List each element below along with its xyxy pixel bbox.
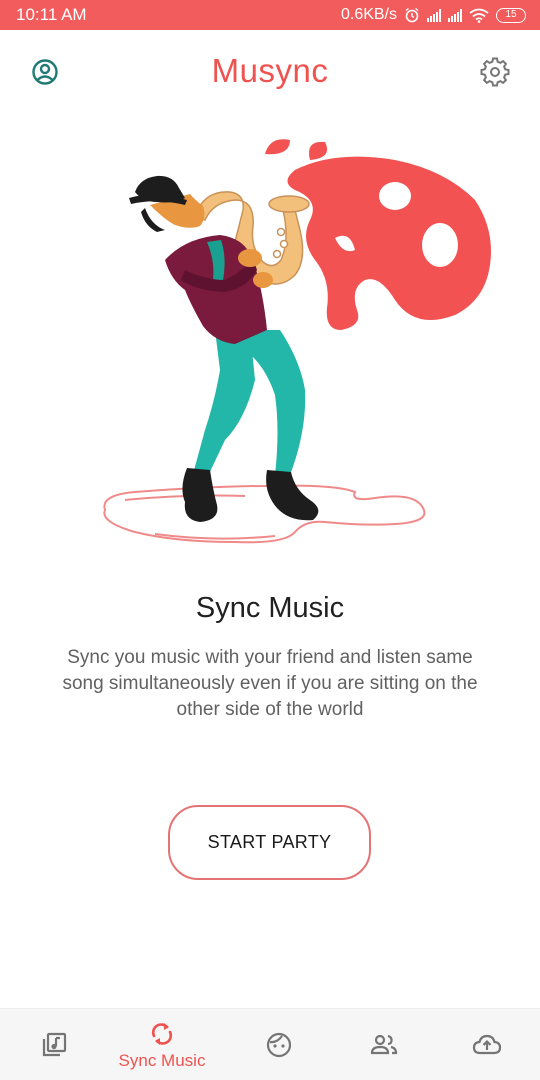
status-bar: 10:11 AM 0.6KB/s 15 bbox=[0, 0, 540, 30]
cloud-upload-icon bbox=[472, 1034, 502, 1055]
legs bbox=[193, 330, 306, 478]
nav-item-sync-music[interactable]: Sync Music bbox=[108, 1009, 216, 1080]
saxophone-player-illustration bbox=[103, 139, 491, 544]
status-indicators: 0.6KB/s 15 bbox=[341, 6, 526, 24]
shoes bbox=[182, 468, 319, 522]
network-speed: 0.6KB/s bbox=[340, 6, 397, 23]
page-title: Sync Music bbox=[195, 592, 345, 624]
app-bar: Musync bbox=[0, 30, 540, 114]
signal-icon bbox=[448, 8, 462, 22]
wifi-icon bbox=[469, 8, 489, 23]
signal-icon bbox=[427, 8, 441, 22]
sync-icon bbox=[151, 1022, 173, 1045]
nav-item-cloud-upload[interactable] bbox=[433, 1009, 540, 1080]
battery-icon: 15 bbox=[496, 7, 526, 23]
bottom-nav: Sync Music bbox=[0, 1008, 540, 1080]
start-party-button[interactable]: START PARTY bbox=[168, 805, 371, 880]
nav-item-people[interactable] bbox=[330, 1009, 438, 1080]
nav-label-sync-music: Sync Music bbox=[118, 1050, 206, 1070]
music-library-icon bbox=[42, 1032, 67, 1057]
nav-item-face[interactable] bbox=[225, 1009, 333, 1080]
face-icon bbox=[266, 1032, 292, 1058]
people-icon bbox=[370, 1034, 398, 1055]
head bbox=[129, 175, 205, 232]
alarm-icon bbox=[405, 7, 419, 23]
page-description: Sync you music with your friend and list… bbox=[62, 647, 478, 720]
nav-item-library[interactable] bbox=[0, 1009, 108, 1080]
status-time: 10:11 AM bbox=[16, 5, 87, 24]
gear-icon[interactable] bbox=[480, 57, 510, 87]
floor-squiggle bbox=[103, 484, 426, 544]
app-title: Musync bbox=[211, 52, 329, 89]
